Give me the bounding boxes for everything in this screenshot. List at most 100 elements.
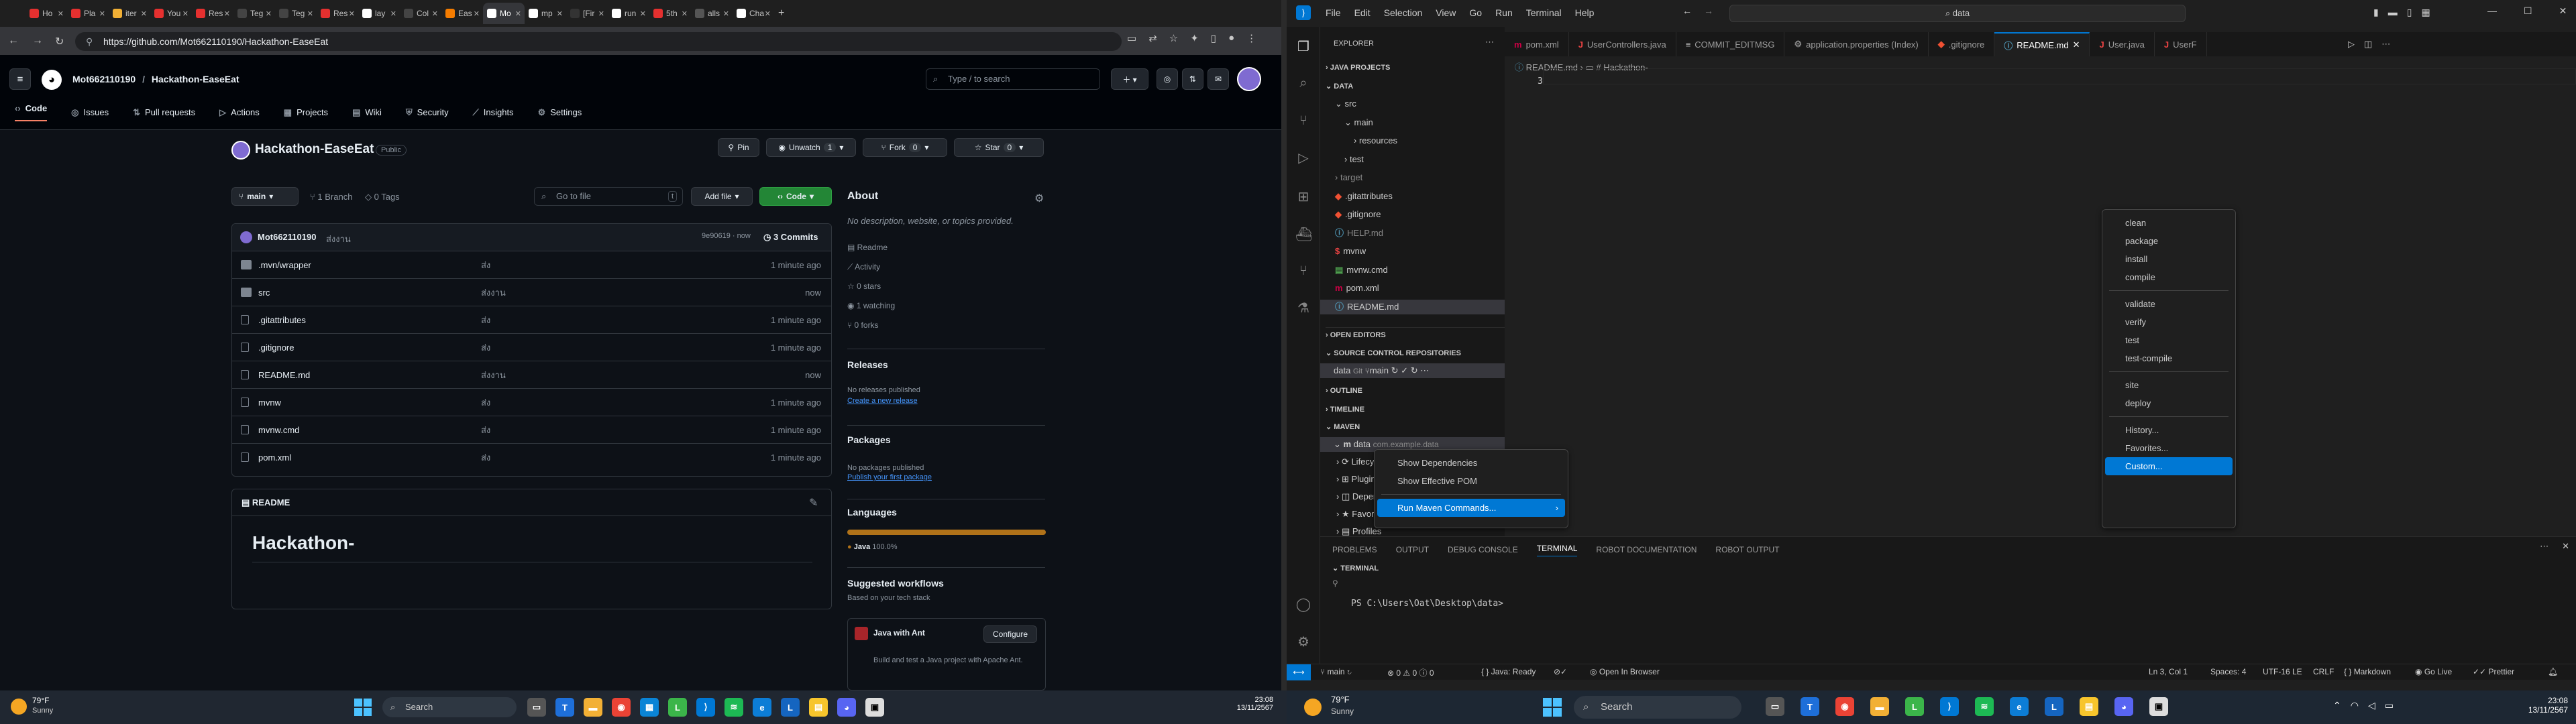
stars-link[interactable]: ☆ 0 stars: [847, 282, 881, 291]
encoding[interactable]: UTF-16 LE: [2263, 667, 2302, 676]
tray-chevron-icon[interactable]: ⌃: [2333, 700, 2341, 711]
wifi-icon[interactable]: ◠: [2351, 700, 2359, 711]
language-mode[interactable]: { } Markdown: [2344, 667, 2391, 676]
panel-tab[interactable]: PROBLEMS: [1332, 545, 1377, 554]
url-input[interactable]: ⚲ https://github.com/Mot662110190/Hackat…: [75, 32, 1122, 51]
close-tab-icon[interactable]: ✕: [266, 9, 272, 18]
profile-icon[interactable]: ●: [1228, 32, 1234, 44]
more-icon[interactable]: ⋯: [2540, 541, 2548, 552]
show-dependencies-item[interactable]: Show Dependencies: [1377, 454, 1565, 472]
add-file-button[interactable]: Add file ▾: [691, 187, 753, 206]
readme-tab[interactable]: ▤ README: [241, 497, 290, 508]
clock[interactable]: 23:08 13/11/2567: [2518, 696, 2568, 715]
gear-icon[interactable]: ⚙: [1034, 192, 1044, 205]
maven-command-item[interactable]: verify: [2105, 313, 2233, 331]
terminal-section[interactable]: ⌄ TERMINAL: [1332, 564, 1379, 572]
close-tab-icon[interactable]: ✕: [99, 9, 105, 18]
editor-current-line[interactable]: [1543, 68, 2576, 84]
status-branch[interactable]: ⑂ main ↻: [1320, 667, 1352, 676]
open-editors-section[interactable]: › OPEN EDITORS: [1326, 327, 1505, 342]
tree-item[interactable]: ⓘ README.md: [1320, 299, 1505, 314]
timeline-section[interactable]: › TIMELINE: [1326, 402, 1364, 417]
file-commit-message[interactable]: ส่ง: [481, 313, 490, 327]
show-effective-pom-item[interactable]: Show Effective POM: [1377, 472, 1565, 490]
repo-title[interactable]: Hackathon-EaseEat: [255, 142, 374, 157]
browser-tab[interactable]: Col ✕: [400, 3, 441, 24]
minimize-icon[interactable]: —: [2487, 5, 2497, 17]
status-java[interactable]: { } Java: Ready: [1481, 667, 1536, 676]
close-tab-icon[interactable]: ✕: [390, 9, 396, 18]
tab-code[interactable]: ‹› Code: [15, 103, 48, 121]
weather-temp[interactable]: 79°F: [1331, 695, 1350, 705]
new-tab-button[interactable]: +: [774, 3, 794, 24]
search-icon[interactable]: ⌕: [1295, 75, 1311, 91]
toggle-panel-icon[interactable]: ▬: [2388, 7, 2398, 18]
maven-command-item[interactable]: test: [2105, 331, 2233, 349]
edge-icon[interactable]: e: [2010, 697, 2029, 716]
maven-command-item[interactable]: deploy: [2105, 394, 2233, 412]
close-tab-icon[interactable]: ✕: [432, 9, 438, 18]
file-explorer-icon[interactable]: ▬: [584, 698, 602, 717]
browser-tab[interactable]: You ✕: [150, 3, 192, 24]
spotify-icon[interactable]: ≋: [1975, 697, 1994, 716]
close-tab-icon[interactable]: ✕: [141, 9, 147, 18]
tab-wiki[interactable]: ▤ Wiki: [352, 103, 382, 121]
goto-file-input[interactable]: ⌕ Go to file t: [534, 187, 683, 206]
store-icon[interactable]: ▦: [640, 698, 659, 717]
open-in-browser[interactable]: ◎ Open In Browser: [1590, 667, 1660, 676]
releases-title[interactable]: Releases: [847, 359, 888, 370]
file-row[interactable]: .gitattributes ส่ง 1 minute ago: [231, 306, 832, 333]
weather-temp[interactable]: 79°F: [32, 696, 49, 705]
menu-help[interactable]: Help: [1575, 7, 1595, 18]
line-icon[interactable]: L: [1905, 697, 1924, 716]
chrome-icon[interactable]: ◉: [612, 698, 631, 717]
file-commit-message[interactable]: ส่ง: [481, 341, 490, 355]
window-divider[interactable]: [1281, 0, 1287, 690]
editor-tab[interactable]: ⚙ application.properties (Index): [1784, 32, 1929, 56]
toggle-sidebar-icon[interactable]: ▮: [2373, 7, 2379, 18]
tree-item[interactable]: $ mvnw: [1320, 244, 1505, 259]
remote-explorer-icon[interactable]: ⑂: [1295, 263, 1311, 279]
teams-icon[interactable]: T: [555, 698, 574, 717]
file-name[interactable]: src: [258, 288, 270, 298]
branches-link[interactable]: ⑂ 1 Branch: [310, 192, 352, 202]
panel-tab[interactable]: ROBOT OUTPUT: [1715, 545, 1779, 554]
tab-projects[interactable]: ▦ Projects: [284, 103, 328, 121]
windows-start-icon[interactable]: [1543, 698, 1562, 717]
tree-item[interactable]: ⓘ HELP.md: [1320, 226, 1505, 241]
app-l-icon[interactable]: L: [2045, 697, 2063, 716]
editor-tab[interactable]: ≡ COMMIT_EDITMSG: [1676, 32, 1785, 56]
edge-icon[interactable]: e: [753, 698, 771, 717]
commits-link[interactable]: ◷ 3 Commits: [763, 232, 818, 243]
editor-tab[interactable]: J User.java: [2090, 32, 2155, 56]
testing-icon[interactable]: ⚗: [1295, 300, 1311, 316]
check-icon[interactable]: ✓: [1401, 365, 1408, 375]
panel-tab[interactable]: OUTPUT: [1396, 545, 1429, 554]
maven-command-item[interactable]: Favorites...: [2105, 439, 2233, 457]
status-check[interactable]: ⊘✓: [1554, 667, 1567, 676]
packages-title[interactable]: Packages: [847, 434, 891, 445]
forward-icon[interactable]: →: [32, 35, 43, 47]
tree-item[interactable]: › resources: [1320, 133, 1505, 148]
java-projects-section[interactable]: › JAVA PROJECTS: [1326, 60, 1390, 75]
more-icon[interactable]: ⋯: [2381, 39, 2390, 50]
close-tab-icon[interactable]: ✕: [682, 9, 688, 18]
browser-tab[interactable]: alls ✕: [691, 3, 733, 24]
configure-button[interactable]: Configure: [983, 625, 1037, 643]
battery-icon[interactable]: ▭: [2385, 700, 2394, 711]
browser-tab[interactable]: Teg ✕: [275, 3, 317, 24]
file-row[interactable]: README.md ส่งงาน now: [231, 361, 832, 388]
file-name[interactable]: .gitignore: [258, 343, 294, 353]
taskbar-search[interactable]: ⌕ Search: [382, 697, 517, 717]
file-row[interactable]: mvnw.cmd ส่ง 1 minute ago: [231, 416, 832, 443]
file-commit-message[interactable]: ส่ง: [481, 396, 490, 410]
unwatch-button[interactable]: ◉ Unwatch 1 ▾: [766, 138, 856, 157]
watching-link[interactable]: ◉ 1 watching: [847, 301, 895, 310]
maven-section[interactable]: ⌄ MAVEN: [1326, 420, 1360, 434]
maven-command-item[interactable]: History...: [2105, 421, 2233, 439]
toggle-secondary-icon[interactable]: ▯: [2407, 7, 2412, 18]
app-icon[interactable]: ▣: [2149, 697, 2168, 716]
browser-tab[interactable]: 5th ✕: [649, 3, 691, 24]
scm-repo-row[interactable]: data Git ⑂main ↻ ✓ ↻ ⋯: [1320, 363, 1505, 378]
editor-tab[interactable]: m pom.xml: [1505, 32, 1569, 56]
